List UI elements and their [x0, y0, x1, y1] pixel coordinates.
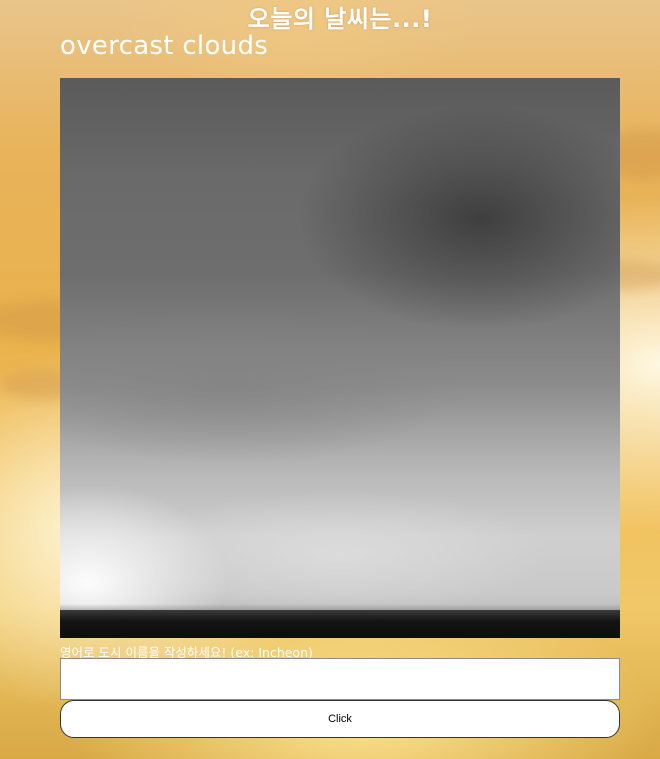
page-title: 오늘의 날씨는...! [247, 5, 433, 33]
city-input[interactable] [60, 658, 620, 700]
weather-condition: overcast clouds [60, 31, 269, 61]
click-button[interactable]: Click [60, 700, 620, 738]
weather-image [60, 78, 620, 638]
horizon-ground [60, 610, 620, 638]
